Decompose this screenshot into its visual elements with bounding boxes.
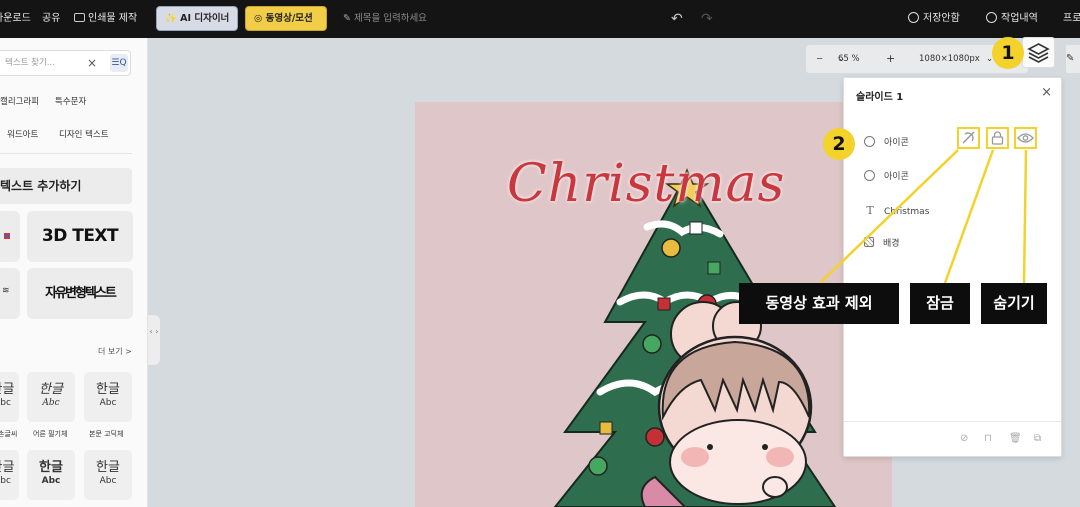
text-panel: 텍스트 찾기... × ☰Q 캘리그라피 특수문자 워드아트 디자인 텍스트 텍… [0, 38, 148, 507]
undo-button[interactable]: ↶ [671, 11, 683, 27]
eye-icon [1017, 133, 1034, 143]
divider [0, 153, 132, 154]
tag-design-text[interactable]: 디자인 텍스트 [59, 128, 109, 140]
edit-tool-icon[interactable]: ✎ [1066, 45, 1080, 73]
redo-button[interactable]: ↷ [701, 11, 713, 27]
ai-designer-button[interactable]: ✨ AI 디자이너 [156, 6, 238, 31]
layer-item-icon[interactable]: 아이콘 [864, 169, 909, 185]
title-input[interactable]: ✎ 제목을 입력하세요 [343, 0, 427, 38]
edit-icon: ✎ [343, 13, 354, 24]
text-style-tile[interactable]: ≋ [0, 268, 20, 319]
exclude-video-effect-button[interactable] [957, 127, 980, 149]
tag-calligraphy[interactable]: 캘리그라피 [0, 95, 39, 107]
text-type-icon: T [866, 204, 874, 217]
layer-panel-title: 슬라이드 1 [856, 92, 904, 103]
add-text-button[interactable]: 텍스트 추가하기 [0, 168, 132, 204]
lock-icon [991, 131, 1004, 145]
printer-icon [74, 13, 85, 22]
video-icon: ◎ [254, 13, 266, 24]
no-effect-icon [962, 131, 975, 144]
layers-button[interactable] [1022, 37, 1055, 68]
print-menu[interactable]: 인쇄물 제작 [74, 0, 137, 38]
font-sample-gothic[interactable]: 한글 Abc [84, 372, 132, 422]
font-sample[interactable]: 한글Abc [0, 450, 19, 500]
font-caption: 본문 고딕체 [89, 430, 124, 438]
tag-wordart[interactable]: 워드아트 [7, 128, 38, 140]
tag-special-chars[interactable]: 특수문자 [55, 95, 86, 107]
text-search-input[interactable]: 텍스트 찾기... × ☰Q [0, 50, 131, 76]
font-sample-script[interactable]: 한글 Abc [27, 372, 75, 422]
flag-icon [4, 233, 10, 239]
layer-item-icon[interactable]: 아이콘 [864, 135, 909, 151]
free-transform-text-tile[interactable]: 자유변형텍스트 [27, 268, 133, 319]
callout-badge-1: 1 [992, 37, 1024, 69]
font-sample-handwriting[interactable]: 한글Abc [0, 372, 19, 422]
layers-icon [1027, 43, 1050, 63]
history-icon [986, 12, 997, 23]
font-sample[interactable]: 한글Abc [84, 450, 132, 500]
hide-button[interactable] [1014, 127, 1037, 149]
close-icon[interactable]: × [1041, 85, 1052, 100]
lock-button[interactable] [986, 127, 1009, 149]
zoom-out-button[interactable]: − [816, 45, 823, 73]
clock-icon [908, 12, 919, 23]
3d-text-tile[interactable]: 3D TEXT [27, 211, 133, 262]
download-menu[interactable]: 다운로드 [0, 0, 31, 38]
no-effect-icon[interactable]: ⊘ [960, 433, 968, 444]
top-toolbar: 다운로드 공유 인쇄물 제작 ✨ AI 디자이너 ◎ 동영상/모션 ✎ 제목을 … [0, 0, 1080, 38]
chevron-down-icon: ⌄ [838, 54, 846, 64]
filter-icon[interactable]: ☰Q [110, 54, 128, 72]
font-sample[interactable]: 한글Abc [27, 450, 75, 500]
history-button[interactable]: 작업내역 [986, 0, 1038, 38]
zoom-in-button[interactable]: + [886, 45, 895, 73]
clear-icon[interactable]: × [87, 51, 97, 75]
text-style-tile[interactable] [0, 211, 20, 262]
profile-menu[interactable]: 프로 [1063, 0, 1080, 38]
panel-collapse-handle[interactable]: ‹ › [148, 315, 160, 365]
label-lock: 잠금 [910, 283, 970, 324]
layer-panel: 슬라이드 1 × 아이콘 아이콘 T Christmas 배경 ⊘ ⊓ 🗑 ⧉ [843, 77, 1062, 457]
duplicate-icon[interactable]: ⧉ [1034, 433, 1041, 444]
more-link[interactable]: 더 보기 > [98, 346, 132, 357]
video-motion-button[interactable]: ◎ 동영상/모션 [245, 6, 327, 31]
label-hide: 숨기기 [981, 283, 1047, 324]
sparkle-icon: ✨ [165, 13, 181, 24]
font-caption: 어른 필기체 [33, 430, 68, 438]
wave-icon: ≋ [2, 286, 10, 296]
label-exclude-video-effect: 동영상 효과 제외 [739, 283, 899, 324]
trash-icon[interactable]: 🗑 [1009, 433, 1022, 444]
divider [844, 421, 1061, 422]
smile-icon [864, 170, 875, 181]
share-menu[interactable]: 공유 [42, 0, 60, 38]
lock-icon[interactable]: ⊓ [984, 433, 992, 444]
save-status[interactable]: 저장안함 [908, 0, 960, 38]
layer-item-background[interactable]: 배경 [864, 236, 900, 252]
callout-badge-2: 2 [823, 128, 855, 160]
font-caption: 손글씨 [0, 430, 18, 438]
layer-item-text[interactable]: T Christmas [864, 204, 929, 220]
background-icon [864, 237, 874, 247]
christmas-text[interactable]: Christmas [507, 154, 785, 214]
canvas-size-select[interactable]: 1080×1080px [919, 45, 980, 73]
smile-icon [864, 136, 875, 147]
